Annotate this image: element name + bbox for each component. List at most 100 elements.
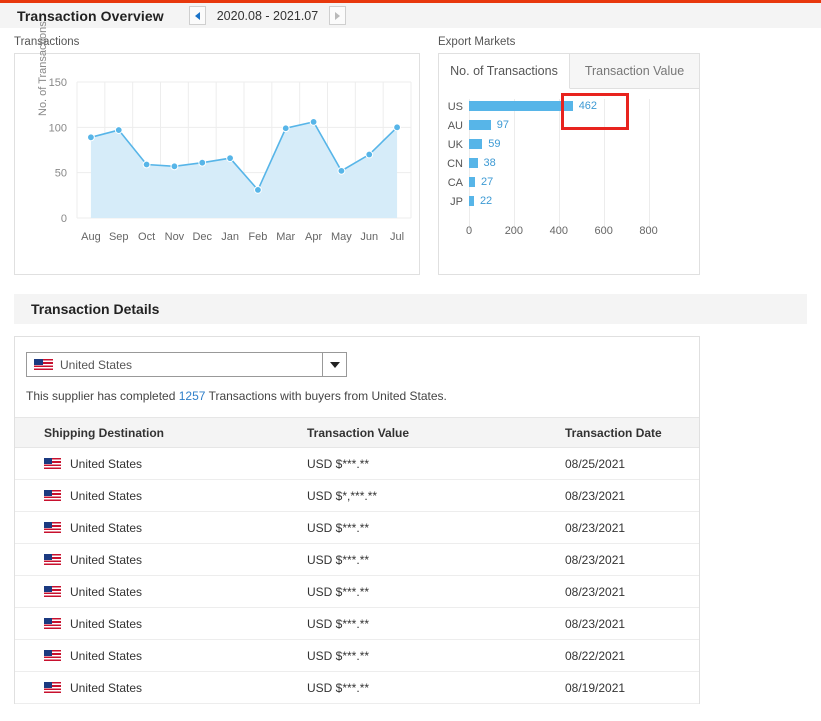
bar-value-label: 59 bbox=[488, 138, 500, 150]
caret-down-icon bbox=[330, 362, 340, 368]
cell-transaction-value: USD $***.** bbox=[307, 448, 565, 480]
country-select[interactable]: United States bbox=[26, 352, 347, 377]
svg-text:100: 100 bbox=[49, 122, 67, 134]
cell-transaction-date: 08/23/2021 bbox=[565, 608, 699, 640]
cell-shipping-destination: United States bbox=[15, 640, 307, 672]
bar-value-label: 38 bbox=[484, 157, 496, 169]
destination-label: United States bbox=[70, 457, 142, 471]
transaction-details-title: Transaction Details bbox=[31, 301, 159, 317]
svg-text:Mar: Mar bbox=[276, 231, 295, 243]
table-row[interactable]: United StatesUSD $***.**08/22/2021 bbox=[15, 640, 699, 672]
svg-text:Nov: Nov bbox=[165, 231, 185, 243]
destination-label: United States bbox=[70, 681, 142, 695]
table-header-row: Shipping Destination Transaction Value T… bbox=[15, 418, 699, 448]
bar-chart-x-tick: 800 bbox=[634, 225, 664, 237]
cell-transaction-value: USD $***.** bbox=[307, 608, 565, 640]
bar-us[interactable] bbox=[469, 101, 573, 111]
bar-chart-x-tick: 400 bbox=[544, 225, 574, 237]
cell-transaction-value: USD $*,***.** bbox=[307, 480, 565, 512]
us-flag-icon bbox=[44, 618, 61, 629]
bar-ca[interactable] bbox=[469, 177, 475, 187]
cell-transaction-date: 08/23/2021 bbox=[565, 576, 699, 608]
svg-text:Dec: Dec bbox=[192, 231, 212, 243]
bar-chart-x-tick: 0 bbox=[454, 225, 484, 237]
bar-chart-x-tick: 200 bbox=[499, 225, 529, 237]
cell-shipping-destination: United States bbox=[15, 672, 307, 704]
prev-period-button[interactable] bbox=[189, 6, 206, 25]
page-root: Transaction Overview 2020.08 - 2021.07 T… bbox=[0, 3, 821, 704]
table-row[interactable]: United StatesUSD $***.**08/19/2021 bbox=[15, 672, 699, 704]
bar-jp[interactable] bbox=[469, 196, 474, 206]
destination-label: United States bbox=[70, 617, 142, 631]
column-transaction-value: Transaction Value bbox=[307, 418, 565, 448]
export-markets-bar-chart: US462AU97UK59CN38CA27JP220200400600800 bbox=[439, 89, 699, 276]
table-row[interactable]: United StatesUSD $***.**08/23/2021 bbox=[15, 512, 699, 544]
bar-category-label: CA bbox=[441, 177, 463, 189]
bar-cn[interactable] bbox=[469, 158, 478, 168]
triangle-left-icon bbox=[195, 12, 200, 20]
svg-text:50: 50 bbox=[55, 168, 67, 180]
cell-transaction-date: 08/22/2021 bbox=[565, 640, 699, 672]
bar-chart-gridline bbox=[649, 99, 650, 231]
destination-label: United States bbox=[70, 585, 142, 599]
us-flag-icon bbox=[44, 490, 61, 501]
table-row[interactable]: United StatesUSD $***.**08/23/2021 bbox=[15, 544, 699, 576]
svg-text:150: 150 bbox=[49, 77, 67, 89]
svg-text:Feb: Feb bbox=[248, 231, 267, 243]
overview-body: Transactions No. of Transactions 0 50 100 1… bbox=[0, 28, 821, 275]
svg-text:Jun: Jun bbox=[360, 231, 378, 243]
note-suffix: Transactions with buyers from United Sta… bbox=[205, 389, 446, 403]
svg-text:Jan: Jan bbox=[221, 231, 239, 243]
bar-uk[interactable] bbox=[469, 139, 482, 149]
table-row[interactable]: United States USD $*,***.**08/23/2021 bbox=[15, 480, 699, 512]
export-markets-panel: No. of Transactions Transaction Value US… bbox=[438, 53, 700, 275]
country-select-display: United States bbox=[27, 358, 322, 372]
next-period-button[interactable] bbox=[329, 6, 346, 25]
svg-text:0: 0 bbox=[61, 213, 67, 225]
triangle-right-icon bbox=[335, 12, 340, 20]
cell-shipping-destination: United States bbox=[15, 608, 307, 640]
destination-label: United States bbox=[70, 521, 142, 535]
cell-shipping-destination: United States bbox=[15, 512, 307, 544]
table-row[interactable]: United StatesUSD $***.**08/25/2021 bbox=[15, 448, 699, 480]
transactions-column: Transactions No. of Transactions 0501001… bbox=[14, 36, 424, 275]
bar-category-label: UK bbox=[441, 139, 463, 151]
cell-transaction-date: 08/23/2021 bbox=[565, 480, 699, 512]
table-head: Shipping Destination Transaction Value T… bbox=[15, 418, 699, 448]
line-chart-svg: 050100150AugSepOctNovDecJanFebMarAprMayJ… bbox=[15, 54, 421, 274]
bar-category-label: JP bbox=[441, 196, 463, 208]
tab-transaction-value[interactable]: Transaction Value bbox=[570, 54, 699, 88]
table-row[interactable]: United StatesUSD $***.**08/23/2021 bbox=[15, 576, 699, 608]
note-transaction-count: 1257 bbox=[179, 389, 206, 403]
export-markets-column: Export Markets No. of Transactions Trans… bbox=[438, 36, 704, 275]
bar-au[interactable] bbox=[469, 120, 491, 130]
tab-no-of-transactions[interactable]: No. of Transactions bbox=[439, 54, 570, 89]
cell-shipping-destination: United States bbox=[15, 448, 307, 480]
bar-category-label: CN bbox=[441, 158, 463, 170]
cell-transaction-value: USD $***.** bbox=[307, 672, 565, 704]
transactions-panel-label: Transactions bbox=[14, 36, 424, 48]
column-transaction-date: Transaction Date bbox=[565, 418, 699, 448]
us-flag-icon bbox=[44, 458, 61, 469]
cell-shipping-destination: United States bbox=[15, 576, 307, 608]
destination-label: United States bbox=[70, 649, 142, 663]
svg-text:Oct: Oct bbox=[138, 231, 155, 243]
us-flag-icon bbox=[34, 359, 53, 371]
svg-text:May: May bbox=[331, 231, 352, 243]
bar-value-label: 27 bbox=[481, 176, 493, 188]
highlight-box bbox=[561, 93, 629, 130]
transactions-table: Shipping Destination Transaction Value T… bbox=[15, 417, 699, 704]
svg-text:Aug: Aug bbox=[81, 231, 101, 243]
cell-shipping-destination: United States bbox=[15, 480, 307, 512]
table-row[interactable]: United States USD $***.**08/23/2021 bbox=[15, 608, 699, 640]
destination-label: United States bbox=[70, 489, 142, 503]
supplier-note: This supplier has completed 1257 Transac… bbox=[26, 389, 699, 403]
cell-transaction-date: 08/23/2021 bbox=[565, 512, 699, 544]
country-select-toggle[interactable] bbox=[322, 353, 346, 376]
bar-chart-x-tick: 600 bbox=[589, 225, 619, 237]
cell-shipping-destination: United States bbox=[15, 544, 307, 576]
us-flag-icon bbox=[44, 522, 61, 533]
us-flag-icon bbox=[44, 554, 61, 565]
transaction-details-header: Transaction Details bbox=[14, 294, 807, 324]
us-flag-icon bbox=[44, 682, 61, 693]
